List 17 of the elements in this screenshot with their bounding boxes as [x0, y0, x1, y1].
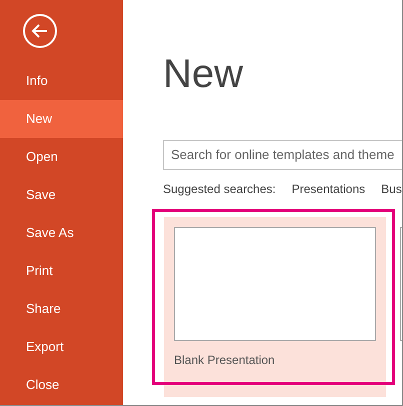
suggested-link[interactable]: Presentations — [292, 180, 366, 198]
sidebar-item[interactable]: Export — [0, 328, 123, 366]
sidebar-item[interactable]: Save As — [0, 214, 123, 252]
sidebar-item[interactable]: Print — [0, 252, 123, 290]
template-label: Blank Presentation — [174, 352, 276, 369]
sidebar-item[interactable]: Info — [0, 62, 123, 100]
sidebar-item[interactable]: Share — [0, 290, 123, 328]
sidebar-item[interactable]: Save — [0, 176, 123, 214]
suggested-label: Suggested searches: — [163, 181, 276, 198]
template-card[interactable]: Blank Presentation — [164, 217, 386, 397]
suggested-link[interactable]: Bus — [381, 180, 402, 198]
back-icon[interactable] — [23, 14, 57, 48]
sidebar-item[interactable]: New — [0, 100, 123, 138]
search-field[interactable]: Search for online templates and theme — [163, 140, 402, 170]
page-title: New — [163, 51, 244, 98]
sidebar-item[interactable]: Open — [0, 138, 123, 176]
sidebar-item[interactable]: Close — [0, 366, 123, 404]
